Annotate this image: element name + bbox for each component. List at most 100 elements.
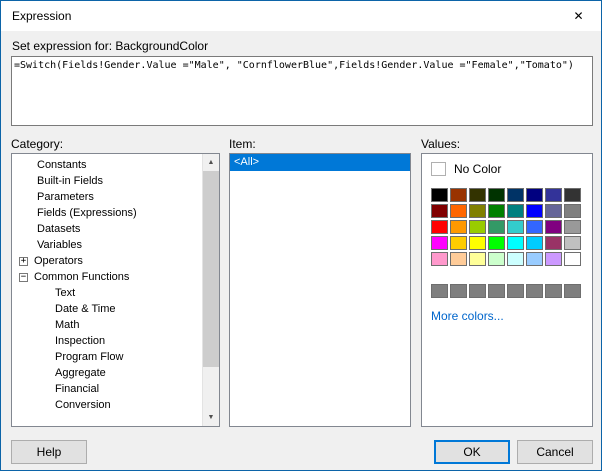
ok-button[interactable]: OK (434, 440, 510, 464)
color-swatch[interactable] (526, 284, 543, 298)
color-swatch[interactable] (450, 236, 467, 250)
tree-item-math[interactable]: Math (12, 317, 202, 333)
color-swatch[interactable] (564, 188, 581, 202)
tree-item-common-functions[interactable]: − Common Functions (12, 269, 202, 285)
tree-item-label: Operators (34, 255, 83, 267)
color-swatch[interactable] (469, 236, 486, 250)
color-swatch[interactable] (469, 204, 486, 218)
close-icon: ✕ (573, 8, 584, 23)
tree-item-program-flow[interactable]: Program Flow (12, 349, 202, 365)
color-swatch[interactable] (488, 220, 505, 234)
color-swatch[interactable] (545, 220, 562, 234)
color-swatch[interactable] (431, 252, 448, 266)
expression-input[interactable]: =Switch(Fields!Gender.Value ="Male", "Co… (11, 56, 593, 126)
scroll-down-button[interactable]: ▼ (203, 409, 219, 426)
color-swatch[interactable] (450, 252, 467, 266)
help-button[interactable]: Help (11, 440, 87, 464)
color-swatch[interactable] (450, 284, 467, 298)
collapse-icon[interactable]: − (19, 272, 28, 282)
tree-item-aggregate[interactable]: Aggregate (12, 365, 202, 381)
color-swatch[interactable] (488, 284, 505, 298)
color-swatch[interactable] (488, 236, 505, 250)
color-swatch[interactable] (545, 188, 562, 202)
scroll-up-icon: ▲ (207, 159, 215, 166)
color-swatch[interactable] (564, 204, 581, 218)
category-scrollbar[interactable]: ▲ ▼ (202, 154, 219, 426)
color-swatch[interactable] (526, 220, 543, 234)
item-list-row[interactable]: <All> (230, 154, 410, 171)
color-swatch[interactable] (507, 204, 524, 218)
color-swatch[interactable] (469, 252, 486, 266)
tree-item-label: Parameters (37, 191, 94, 203)
tree-item-label: Date & Time (55, 303, 116, 315)
values-label: Values: (421, 137, 461, 151)
color-swatch[interactable] (450, 188, 467, 202)
color-swatch[interactable] (545, 204, 562, 218)
tree-item-date-time[interactable]: Date & Time (12, 301, 202, 317)
color-swatch[interactable] (450, 220, 467, 234)
color-swatch[interactable] (507, 188, 524, 202)
tree-item-text[interactable]: Text (12, 285, 202, 301)
category-tree: Constants Built-in Fields Parameters Fields… (12, 157, 202, 413)
no-color-swatch (431, 162, 446, 176)
color-swatch[interactable] (431, 188, 448, 202)
category-tree-panel: Constants Built-in Fields Parameters Fields… (11, 153, 220, 427)
color-swatch[interactable] (564, 284, 581, 298)
tree-item-variables[interactable]: Variables (12, 237, 202, 253)
cancel-button[interactable]: Cancel (517, 440, 593, 464)
tree-item-operators[interactable]: + Operators (12, 253, 202, 269)
color-swatch[interactable] (488, 252, 505, 266)
color-swatch[interactable] (431, 284, 448, 298)
tree-item-fields-expressions[interactable]: Fields (Expressions) (12, 205, 202, 221)
title-bar: Expression ✕ (1, 1, 601, 31)
tree-item-constants[interactable]: Constants (12, 157, 202, 173)
color-swatch[interactable] (526, 236, 543, 250)
tree-item-label: Built-in Fields (37, 175, 104, 187)
tree-item-conversion[interactable]: Conversion (12, 397, 202, 413)
color-swatch[interactable] (526, 204, 543, 218)
item-list-panel: <All> (229, 153, 411, 427)
color-swatch[interactable] (564, 220, 581, 234)
tree-item-built-in-fields[interactable]: Built-in Fields (12, 173, 202, 189)
color-swatch[interactable] (431, 204, 448, 218)
tree-item-label: Text (55, 287, 76, 299)
tree-item-label: Financial (55, 383, 100, 395)
color-swatch[interactable] (469, 220, 486, 234)
color-swatch[interactable] (545, 236, 562, 250)
color-swatch[interactable] (488, 188, 505, 202)
set-expression-label: Set expression for: BackgroundColor (12, 39, 209, 53)
color-swatch[interactable] (564, 236, 581, 250)
tree-item-datasets[interactable]: Datasets (12, 221, 202, 237)
no-color-label: No Color (454, 162, 502, 176)
tree-item-label: Inspection (55, 335, 106, 347)
tree-item-label: Program Flow (55, 351, 124, 363)
color-swatch[interactable] (450, 204, 467, 218)
more-colors-link[interactable]: More colors... (431, 309, 504, 323)
color-swatch[interactable] (545, 252, 562, 266)
color-swatch[interactable] (469, 284, 486, 298)
color-swatch[interactable] (564, 252, 581, 266)
color-swatch[interactable] (545, 284, 562, 298)
expand-icon[interactable]: + (19, 256, 28, 266)
no-color-option[interactable]: No Color (431, 162, 501, 176)
close-button[interactable]: ✕ (556, 1, 601, 30)
color-swatch[interactable] (431, 220, 448, 234)
scroll-down-icon: ▼ (207, 414, 215, 421)
tree-item-inspection[interactable]: Inspection (12, 333, 202, 349)
color-swatch[interactable] (507, 220, 524, 234)
tree-item-parameters[interactable]: Parameters (12, 189, 202, 205)
tree-item-label: Datasets (37, 223, 81, 235)
color-swatch[interactable] (507, 236, 524, 250)
color-swatch[interactable] (431, 236, 448, 250)
color-swatch[interactable] (526, 188, 543, 202)
scroll-up-button[interactable]: ▲ (203, 154, 219, 171)
color-swatch[interactable] (488, 204, 505, 218)
color-swatch[interactable] (469, 188, 486, 202)
values-panel: No Color More colors... (421, 153, 593, 427)
color-swatch[interactable] (526, 252, 543, 266)
scrollbar-thumb[interactable] (203, 171, 219, 367)
color-swatch[interactable] (507, 252, 524, 266)
tree-item-financial[interactable]: Financial (12, 381, 202, 397)
expression-text: =Switch(Fields!Gender.Value ="Male", "Co… (14, 60, 574, 71)
color-swatch[interactable] (507, 284, 524, 298)
